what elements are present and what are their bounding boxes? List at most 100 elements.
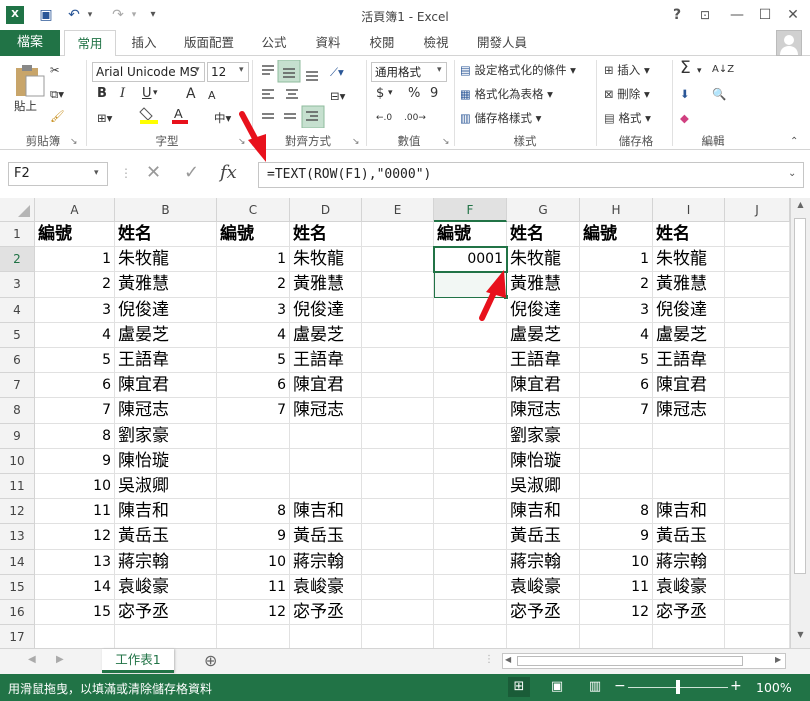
increase-decimal-icon[interactable]: ←.0 bbox=[376, 110, 392, 126]
cell-i17[interactable] bbox=[653, 625, 725, 648]
cell-a13[interactable]: 12 bbox=[35, 524, 115, 550]
row-header-1[interactable]: 1 bbox=[0, 222, 35, 248]
cell-b8[interactable]: 陳冠志 bbox=[115, 398, 217, 424]
cell-e3[interactable] bbox=[362, 272, 434, 298]
number-format-box[interactable]: 通用格式 bbox=[371, 62, 447, 82]
cell-a3[interactable]: 2 bbox=[35, 272, 115, 298]
cell-e4[interactable] bbox=[362, 297, 434, 323]
shrink-font-button[interactable]: A bbox=[208, 88, 216, 104]
italic-button[interactable]: I bbox=[120, 86, 125, 102]
column-header-d[interactable]: D bbox=[290, 198, 362, 222]
cell-f10[interactable] bbox=[434, 448, 507, 474]
cell-g2[interactable]: 朱牧龍 bbox=[507, 247, 580, 273]
tab-page-layout[interactable]: 版面配置 bbox=[176, 30, 242, 56]
grow-font-button[interactable]: A bbox=[186, 86, 196, 102]
cell-c16[interactable]: 12 bbox=[217, 600, 290, 626]
cell-a12[interactable]: 11 bbox=[35, 499, 115, 525]
find-select-button[interactable]: 🔍 bbox=[712, 86, 726, 102]
horizontal-scroll-thumb[interactable] bbox=[517, 656, 743, 666]
select-all-button[interactable] bbox=[0, 198, 35, 222]
row-header-11[interactable]: 11 bbox=[0, 474, 35, 500]
cell-g4[interactable]: 倪俊達 bbox=[507, 297, 580, 323]
cell-b6[interactable]: 王語韋 bbox=[115, 348, 217, 374]
paste-icon[interactable] bbox=[12, 62, 46, 98]
cell-j16[interactable] bbox=[725, 600, 790, 626]
cell-f7[interactable] bbox=[434, 373, 507, 399]
cell-h10[interactable] bbox=[580, 448, 653, 474]
cell-c5[interactable]: 4 bbox=[217, 322, 290, 348]
cell-h5[interactable]: 4 bbox=[580, 322, 653, 348]
zoom-out-button[interactable]: − bbox=[614, 678, 626, 694]
user-avatar[interactable] bbox=[776, 30, 802, 56]
number-format-dropdown-icon[interactable]: ▾ bbox=[437, 65, 442, 75]
tab-split-icon[interactable]: ⋮ bbox=[484, 654, 494, 665]
cell-i13[interactable]: 黃岳玉 bbox=[653, 524, 725, 550]
confirm-entry-button[interactable]: ✓ bbox=[184, 162, 199, 183]
formula-input[interactable]: =TEXT(ROW(F1),"0000") bbox=[258, 162, 804, 188]
cell-h14[interactable]: 10 bbox=[580, 549, 653, 575]
row-header-4[interactable]: 4 bbox=[0, 297, 35, 323]
row-header-8[interactable]: 8 bbox=[0, 398, 35, 424]
cell-d12[interactable]: 陳吉和 bbox=[290, 499, 362, 525]
cell-a11[interactable]: 10 bbox=[35, 474, 115, 500]
cell-j12[interactable] bbox=[725, 499, 790, 525]
autosum-dropdown-icon[interactable]: ▾ bbox=[697, 66, 702, 76]
row-header-9[interactable]: 9 bbox=[0, 423, 35, 449]
cell-c14[interactable]: 10 bbox=[217, 549, 290, 575]
cell-h1[interactable]: 編號 bbox=[580, 222, 653, 248]
merge-center-icon[interactable]: ⊟▾ bbox=[330, 88, 345, 104]
cell-h8[interactable]: 7 bbox=[580, 398, 653, 424]
cell-a2[interactable]: 1 bbox=[35, 247, 115, 273]
row-header-14[interactable]: 14 bbox=[0, 549, 35, 575]
cell-e9[interactable] bbox=[362, 423, 434, 449]
cell-b5[interactable]: 盧晏芝 bbox=[115, 322, 217, 348]
sort-filter-button[interactable]: A↓Z bbox=[712, 62, 734, 78]
cell-i2[interactable]: 朱牧龍 bbox=[653, 247, 725, 273]
cell-i11[interactable] bbox=[653, 474, 725, 500]
cell-e15[interactable] bbox=[362, 574, 434, 600]
cell-a8[interactable]: 7 bbox=[35, 398, 115, 424]
tab-view[interactable]: 檢視 bbox=[414, 30, 458, 56]
page-break-view-icon[interactable]: ▥ bbox=[584, 677, 606, 697]
cell-j10[interactable] bbox=[725, 448, 790, 474]
cell-g7[interactable]: 陳宜君 bbox=[507, 373, 580, 399]
cell-e11[interactable] bbox=[362, 474, 434, 500]
horizontal-scrollbar[interactable]: ◀ ▶ bbox=[502, 653, 786, 669]
font-color-icon[interactable]: A bbox=[170, 106, 192, 124]
column-header-a[interactable]: A bbox=[35, 198, 115, 222]
cell-i4[interactable]: 倪俊達 bbox=[653, 297, 725, 323]
cell-h9[interactable] bbox=[580, 423, 653, 449]
cell-j13[interactable] bbox=[725, 524, 790, 550]
cell-f1[interactable]: 編號 bbox=[434, 222, 507, 248]
decrease-decimal-icon[interactable]: .00→ bbox=[404, 110, 426, 126]
cell-i6[interactable]: 王語韋 bbox=[653, 348, 725, 374]
cell-e17[interactable] bbox=[362, 625, 434, 648]
cell-h13[interactable]: 9 bbox=[580, 524, 653, 550]
cell-i10[interactable] bbox=[653, 448, 725, 474]
prev-sheet-icon[interactable]: ◀ bbox=[28, 654, 36, 665]
minimize-button[interactable]: — bbox=[726, 6, 748, 24]
cell-b7[interactable]: 陳宜君 bbox=[115, 373, 217, 399]
row-header-7[interactable]: 7 bbox=[0, 373, 35, 399]
cell-b14[interactable]: 蔣宗翰 bbox=[115, 549, 217, 575]
cell-g8[interactable]: 陳冠志 bbox=[507, 398, 580, 424]
bold-button[interactable]: B bbox=[97, 86, 107, 102]
cell-j1[interactable] bbox=[725, 222, 790, 248]
cell-f5[interactable] bbox=[434, 322, 507, 348]
next-sheet-icon[interactable]: ▶ bbox=[56, 654, 64, 665]
cell-d13[interactable]: 黃岳玉 bbox=[290, 524, 362, 550]
cell-i8[interactable]: 陳冠志 bbox=[653, 398, 725, 424]
cell-d6[interactable]: 王語韋 bbox=[290, 348, 362, 374]
cell-f11[interactable] bbox=[434, 474, 507, 500]
paste-button[interactable]: 貼上 bbox=[14, 98, 37, 114]
cell-g11[interactable]: 吳淑卿 bbox=[507, 474, 580, 500]
percent-button[interactable]: % bbox=[408, 86, 420, 102]
cell-e10[interactable] bbox=[362, 448, 434, 474]
cell-g13[interactable]: 黃岳玉 bbox=[507, 524, 580, 550]
column-header-g[interactable]: G bbox=[507, 198, 580, 222]
cell-d9[interactable] bbox=[290, 423, 362, 449]
cell-d4[interactable]: 倪俊達 bbox=[290, 297, 362, 323]
clipboard-launcher-icon[interactable]: ↘ bbox=[70, 137, 78, 147]
cell-i14[interactable]: 蔣宗翰 bbox=[653, 549, 725, 575]
cell-c17[interactable] bbox=[217, 625, 290, 648]
